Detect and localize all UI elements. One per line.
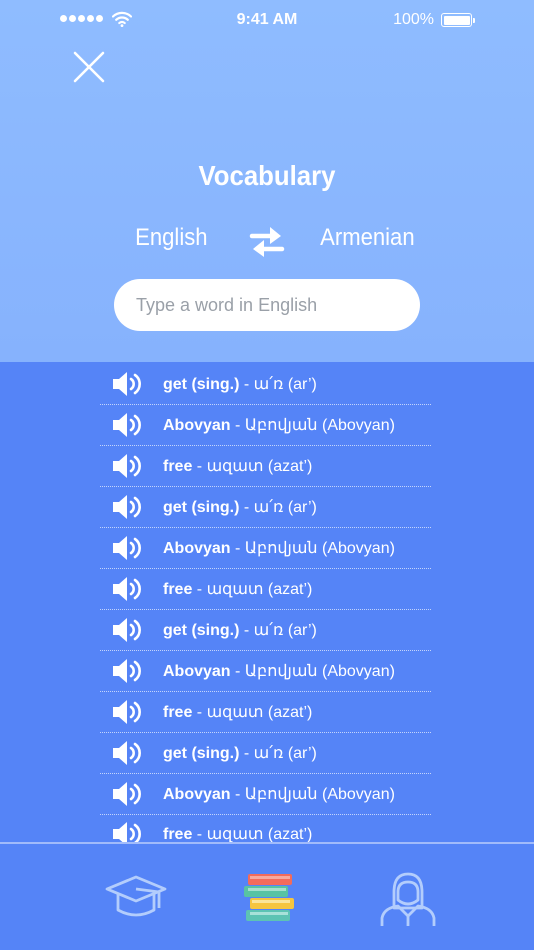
- speaker-icon[interactable]: [112, 535, 144, 561]
- word-english: free: [163, 458, 193, 475]
- header: 9:41 AM 100% Vocabulary English Armenian: [0, 0, 534, 362]
- speaker-icon[interactable]: [112, 781, 144, 807]
- speaker-icon[interactable]: [112, 740, 144, 766]
- word-english: Abovyan: [163, 663, 231, 680]
- speaker-icon[interactable]: [112, 494, 144, 520]
- graduation-cap-icon: [105, 875, 167, 917]
- close-button[interactable]: [72, 50, 106, 84]
- word-translation: - Աբովյան (Abovyan): [230, 417, 395, 434]
- word-translation: - ազատ (azat’): [192, 458, 313, 475]
- word-english: free: [163, 826, 193, 842]
- tab-courses[interactable]: [104, 870, 168, 928]
- word-translation: - ազատ (azat’): [192, 826, 313, 842]
- word-english: get (sing.): [163, 622, 240, 639]
- books-icon: [244, 874, 294, 921]
- word-english: get (sing.): [163, 499, 240, 516]
- list-item[interactable]: get (sing.) - ա՛ռ (ar’): [100, 733, 431, 774]
- word-english: free: [163, 581, 193, 598]
- list-item[interactable]: Abovyan - Աբովյան (Abovyan): [100, 774, 431, 815]
- word-translation: - ազատ (azat’): [192, 704, 313, 721]
- tab-bar: [0, 842, 534, 950]
- speaker-icon[interactable]: [112, 412, 144, 438]
- word-translation: - Աբովյան (Abovyan): [230, 540, 395, 557]
- speaker-icon[interactable]: [112, 699, 144, 725]
- word-english: Abovyan: [163, 786, 231, 803]
- list-item[interactable]: get (sing.) - ա՛ռ (ar’): [100, 610, 431, 651]
- speaker-icon[interactable]: [112, 658, 144, 684]
- list-item[interactable]: Abovyan - Աբովյան (Abovyan): [100, 651, 431, 692]
- search-input[interactable]: [114, 279, 420, 331]
- list-item[interactable]: Abovyan - Աբովյան (Abovyan): [100, 528, 431, 569]
- word-translation: - ա՛ռ (ar’): [239, 622, 317, 639]
- word-translation: - Աբովյան (Abovyan): [230, 663, 395, 680]
- battery-icon: [441, 13, 475, 27]
- speaker-icon[interactable]: [112, 617, 144, 643]
- list-item[interactable]: get (sing.) - ա՛ռ (ar’): [100, 364, 431, 405]
- list-item[interactable]: get (sing.) - ա՛ռ (ar’): [100, 487, 431, 528]
- word-translation: - Աբովյան (Abovyan): [230, 786, 395, 803]
- speaker-icon[interactable]: [112, 821, 144, 842]
- person-icon: [380, 872, 436, 926]
- target-language[interactable]: Armenian: [320, 224, 415, 252]
- speaker-icon[interactable]: [112, 576, 144, 602]
- page-title: Vocabulary: [198, 160, 336, 191]
- list-item[interactable]: free - ազատ (azat’): [100, 446, 431, 487]
- vocabulary-list: get (sing.) - ա՛ռ (ar’) Abovyan - Աբովյա…: [0, 362, 534, 842]
- status-bar: 9:41 AM 100%: [0, 0, 534, 40]
- list-item[interactable]: free - ազատ (azat’): [100, 692, 431, 733]
- tab-vocabulary[interactable]: [238, 870, 302, 928]
- battery-percent: 100%: [393, 11, 434, 28]
- word-english: get (sing.): [163, 745, 240, 762]
- source-language[interactable]: English: [135, 224, 207, 252]
- word-translation: - ազատ (azat’): [192, 581, 313, 598]
- speaker-icon[interactable]: [112, 453, 144, 479]
- speaker-icon[interactable]: [112, 371, 144, 397]
- word-english: Abovyan: [163, 540, 231, 557]
- word-translation: - ա՛ռ (ar’): [239, 376, 317, 393]
- list-item[interactable]: free - ազատ (azat’): [100, 569, 431, 610]
- list-item[interactable]: Abovyan - Աբովյան (Abovyan): [100, 405, 431, 446]
- swap-languages-button[interactable]: [248, 222, 286, 260]
- word-english: free: [163, 704, 193, 721]
- tab-profile[interactable]: [376, 870, 440, 928]
- list-item[interactable]: free - ազատ (azat’): [100, 814, 431, 842]
- word-english: get (sing.): [163, 376, 240, 393]
- word-translation: - ա՛ռ (ar’): [239, 745, 317, 762]
- word-translation: - ա՛ռ (ar’): [239, 499, 317, 516]
- word-english: Abovyan: [163, 417, 231, 434]
